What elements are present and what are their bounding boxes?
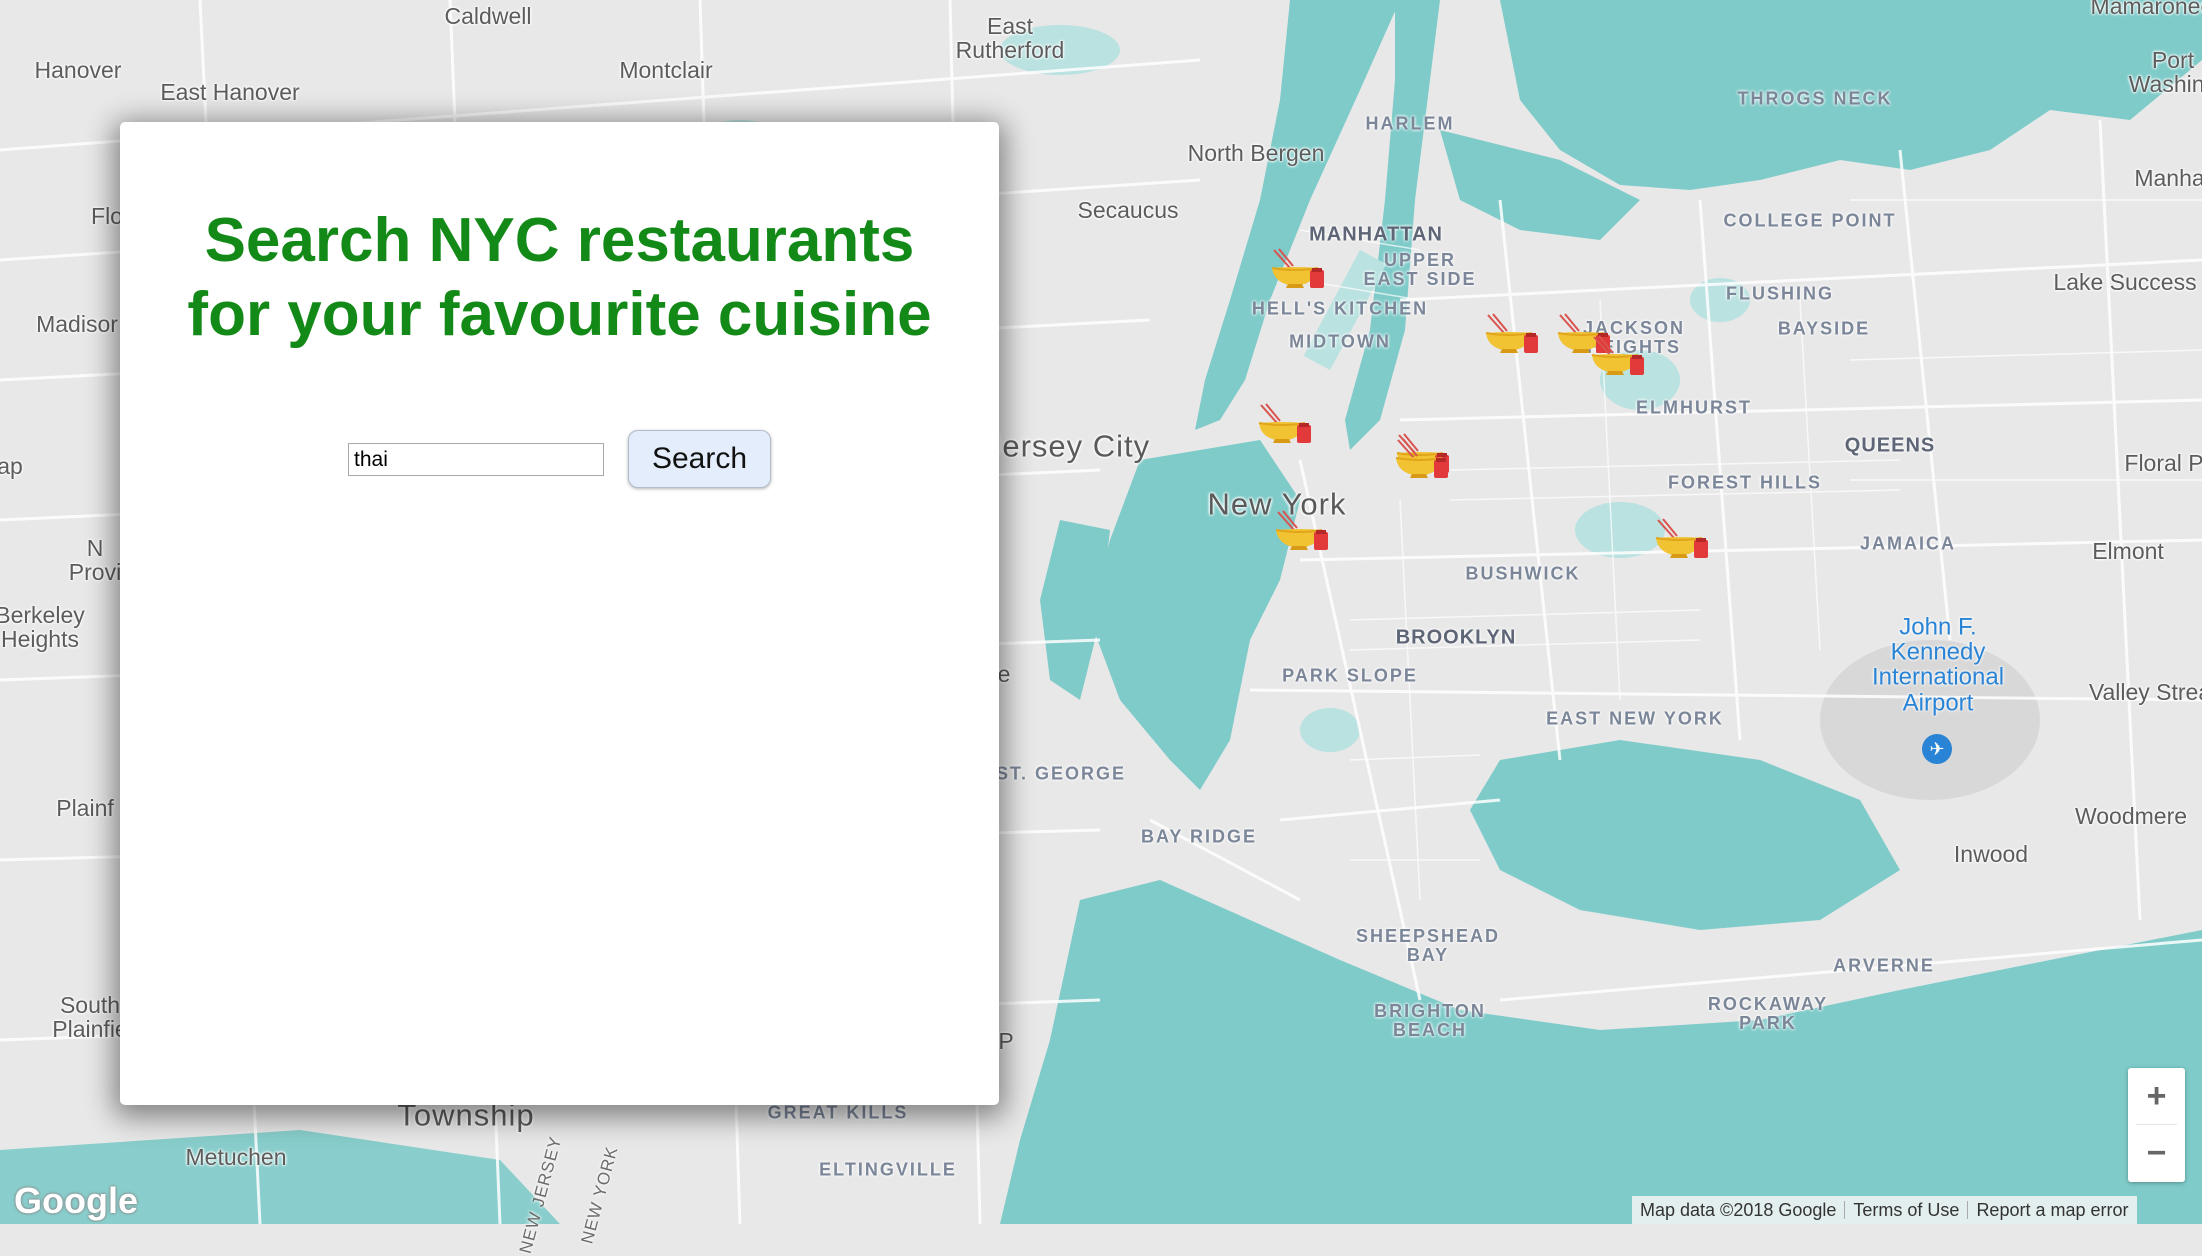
- map-attribution: Map data ©2018 Google Terms of Use Repor…: [1632, 1196, 2137, 1224]
- zoom-control: + −: [2128, 1068, 2185, 1182]
- zoom-in-button[interactable]: +: [2128, 1068, 2185, 1124]
- airport-icon[interactable]: ✈: [1922, 734, 1952, 764]
- restaurant-marker-9[interactable]: [1652, 518, 1712, 562]
- map-data-credit: Map data ©2018 Google: [1640, 1199, 1837, 1220]
- restaurant-marker-8[interactable]: [1272, 510, 1332, 554]
- search-panel: Search NYC restaurants for your favourit…: [120, 122, 999, 1105]
- restaurant-marker-4[interactable]: [1482, 313, 1542, 357]
- zoom-out-button[interactable]: −: [2128, 1125, 2185, 1181]
- search-button[interactable]: Search: [628, 430, 771, 488]
- restaurant-marker-2[interactable]: [1255, 403, 1315, 447]
- restaurant-marker-7[interactable]: [1392, 438, 1452, 482]
- report-map-error-link[interactable]: Report a map error: [1968, 1200, 2136, 1221]
- restaurant-marker-1[interactable]: [1268, 248, 1328, 292]
- search-input[interactable]: [348, 443, 604, 476]
- google-logo[interactable]: Google: [14, 1180, 138, 1222]
- terms-of-use-link[interactable]: Terms of Use: [1845, 1200, 1967, 1221]
- restaurant-marker-6[interactable]: [1588, 335, 1648, 379]
- page-title: Search NYC restaurants for your favourit…: [120, 204, 999, 352]
- page-title-line-2: for your favourite cuisine: [187, 280, 932, 349]
- page-title-line-1: Search NYC restaurants: [204, 206, 915, 275]
